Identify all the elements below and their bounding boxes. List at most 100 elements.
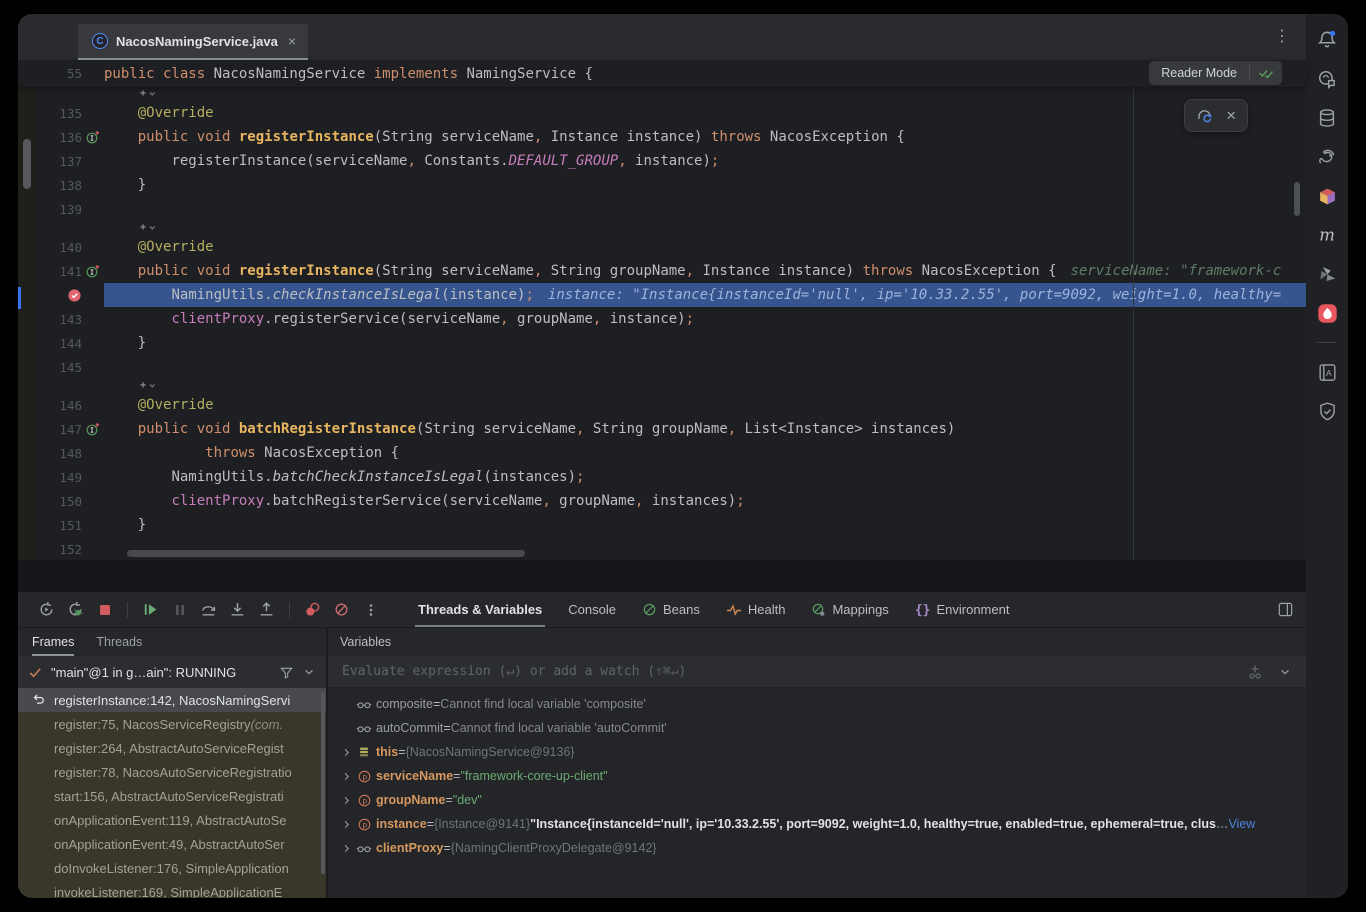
thread-selector[interactable]: "main"@1 in g…ain": RUNNING	[18, 656, 326, 688]
chevron-down-icon[interactable]	[302, 665, 316, 679]
override-marker-icon[interactable]	[82, 129, 104, 145]
gradle-icon[interactable]	[1315, 145, 1339, 169]
notifications-icon[interactable]	[1315, 28, 1339, 52]
ai-inlay-icon[interactable]	[104, 381, 164, 392]
expand-chevron-icon[interactable]	[338, 819, 354, 830]
variable-row[interactable]: pserviceName = "framework-core-up-client…	[328, 764, 1306, 788]
step-over-button[interactable]	[197, 598, 220, 621]
evaluate-expression-input[interactable]	[328, 664, 1246, 679]
reader-mode-button[interactable]: Reader Mode	[1149, 66, 1249, 80]
code-token: }	[138, 177, 146, 193]
override-marker-icon[interactable]	[82, 263, 104, 279]
expand-chevron-icon[interactable]	[338, 843, 354, 854]
ai-inlay-icon[interactable]	[104, 223, 164, 234]
dependencies-icon[interactable]	[1315, 184, 1339, 208]
variable-row[interactable]: composite = Cannot find local variable '…	[328, 692, 1306, 716]
more-button[interactable]	[359, 598, 382, 621]
plugin-pinwheel-icon[interactable]	[1315, 262, 1339, 286]
code-line[interactable]: 144 }	[18, 331, 1306, 355]
tab-beans[interactable]: Beans	[629, 592, 713, 627]
chevron-down-icon[interactable]	[1278, 665, 1292, 679]
documentation-icon[interactable]: A	[1315, 360, 1339, 384]
view-link[interactable]: View	[1228, 817, 1255, 831]
step-into-button[interactable]	[226, 598, 249, 621]
rerun-debug-button[interactable]	[64, 598, 87, 621]
filter-icon[interactable]	[279, 665, 294, 680]
variable-row[interactable]: pgroupName = "dev"	[328, 788, 1306, 812]
code-line[interactable]: NamingUtils.checkInstanceIsLegal(instanc…	[18, 283, 1306, 307]
vertical-scrollbar-thumb[interactable]	[1294, 182, 1300, 216]
override-marker-icon[interactable]	[82, 421, 104, 437]
expand-chevron-icon[interactable]	[338, 747, 354, 758]
code-line[interactable]: 141 public void registerInstance(String …	[18, 259, 1306, 283]
code-line[interactable]: 147 public void batchRegisterInstance(St…	[18, 417, 1306, 441]
code-line[interactable]: 151 }	[18, 513, 1306, 537]
tab-environment[interactable]: {}Environment	[902, 592, 1023, 627]
stack-frame[interactable]: registerInstance:142, NacosNamingServi	[18, 688, 326, 712]
ai-assistant-icon[interactable]	[1315, 67, 1339, 91]
tab-label: Console	[568, 602, 616, 617]
left-scrollbar-thumb[interactable]	[23, 139, 31, 189]
close-icon[interactable]: ✕	[1226, 108, 1237, 124]
gradle-sync-icon[interactable]	[1195, 106, 1215, 126]
step-out-button[interactable]	[255, 598, 278, 621]
view-breakpoints-button[interactable]	[301, 598, 324, 621]
code-token: ,	[534, 129, 551, 145]
code-line[interactable]: 140 @Override	[18, 235, 1306, 259]
stack-frame[interactable]: register:75, NacosServiceRegistry (com.	[18, 712, 326, 736]
code-line[interactable]: 146 @Override	[18, 393, 1306, 417]
stack-frame[interactable]: onApplicationEvent:119, AbstractAutoSe	[18, 808, 326, 832]
stack-frame[interactable]: doInvokeListener:176, SimpleApplication	[18, 856, 326, 880]
code-line[interactable]: 143 clientProxy.registerService(serviceN…	[18, 307, 1306, 331]
expand-chevron-icon[interactable]	[338, 795, 354, 806]
variable-row[interactable]: this = {NacosNamingService@9136}	[328, 740, 1306, 764]
code-line[interactable]: 136 public void registerInstance(String …	[18, 125, 1306, 149]
tab-health[interactable]: Health	[713, 592, 799, 627]
code-line[interactable]: 148 throws NacosException {	[18, 441, 1306, 465]
breakpoint-icon[interactable]	[36, 288, 82, 303]
code-line[interactable]: 149 NamingUtils.batchCheckInstanceIsLega…	[18, 465, 1306, 489]
editor-options-menu-icon[interactable]: ⋮	[1274, 26, 1290, 46]
maven-icon[interactable]: m	[1315, 223, 1339, 247]
stop-button[interactable]	[93, 598, 116, 621]
code-token: public class	[104, 66, 214, 82]
tab-mappings[interactable]: Mappings	[798, 592, 901, 627]
frames-scrollbar-thumb[interactable]	[321, 692, 325, 874]
rerun-button[interactable]	[35, 598, 58, 621]
resume-button[interactable]	[139, 598, 162, 621]
tab-threads[interactable]: Threads	[96, 628, 142, 656]
code-token: ;	[736, 493, 744, 509]
ai-inlay-icon[interactable]	[104, 89, 164, 100]
stack-frame[interactable]: register:78, NacosAutoServiceRegistratio	[18, 760, 326, 784]
tab-console[interactable]: Console	[555, 592, 629, 627]
code-line[interactable]: 145	[18, 355, 1306, 379]
editor[interactable]: 135 @Override136 public void registerIns…	[18, 87, 1306, 560]
horizontal-scrollbar-thumb[interactable]	[127, 550, 525, 557]
tab-close-icon[interactable]: ×	[288, 33, 296, 49]
pause-button[interactable]	[168, 598, 191, 621]
red-app-icon[interactable]	[1315, 301, 1339, 325]
variable-row[interactable]: pinstance = {Instance@9141} "Instance{in…	[328, 812, 1306, 836]
layout-settings-icon[interactable]	[1277, 601, 1294, 618]
splitter-band[interactable]	[18, 560, 1306, 592]
tab-frames[interactable]: Frames	[32, 628, 74, 656]
database-icon[interactable]	[1315, 106, 1339, 130]
add-watch-icon[interactable]	[1246, 663, 1264, 681]
tab-threads-variables[interactable]: Threads & Variables	[405, 592, 555, 627]
code-line[interactable]: 138 }	[18, 173, 1306, 197]
code-line[interactable]: 137 registerInstance(serviceName, Consta…	[18, 149, 1306, 173]
code-line[interactable]: 150 clientProxy.batchRegisterService(ser…	[18, 489, 1306, 513]
code-line[interactable]: 139	[18, 197, 1306, 221]
inspections-ok-icon[interactable]	[1250, 65, 1282, 81]
security-shield-icon[interactable]	[1315, 399, 1339, 423]
variable-row[interactable]: autoCommit = Cannot find local variable …	[328, 716, 1306, 740]
stack-frame[interactable]: register:264, AbstractAutoServiceRegist	[18, 736, 326, 760]
stack-frame[interactable]: onApplicationEvent:49, AbstractAutoSer	[18, 832, 326, 856]
mute-breakpoints-button[interactable]	[330, 598, 353, 621]
code-line[interactable]: 135 @Override	[18, 101, 1306, 125]
editor-tab[interactable]: C NacosNamingService.java ×	[78, 24, 308, 60]
stack-frame[interactable]: invokeListener:169, SimpleApplicationE	[18, 880, 326, 898]
stack-frame[interactable]: start:156, AbstractAutoServiceRegistrati	[18, 784, 326, 808]
expand-chevron-icon[interactable]	[338, 771, 354, 782]
variable-row[interactable]: clientProxy = {NamingClientProxyDelegate…	[328, 836, 1306, 860]
